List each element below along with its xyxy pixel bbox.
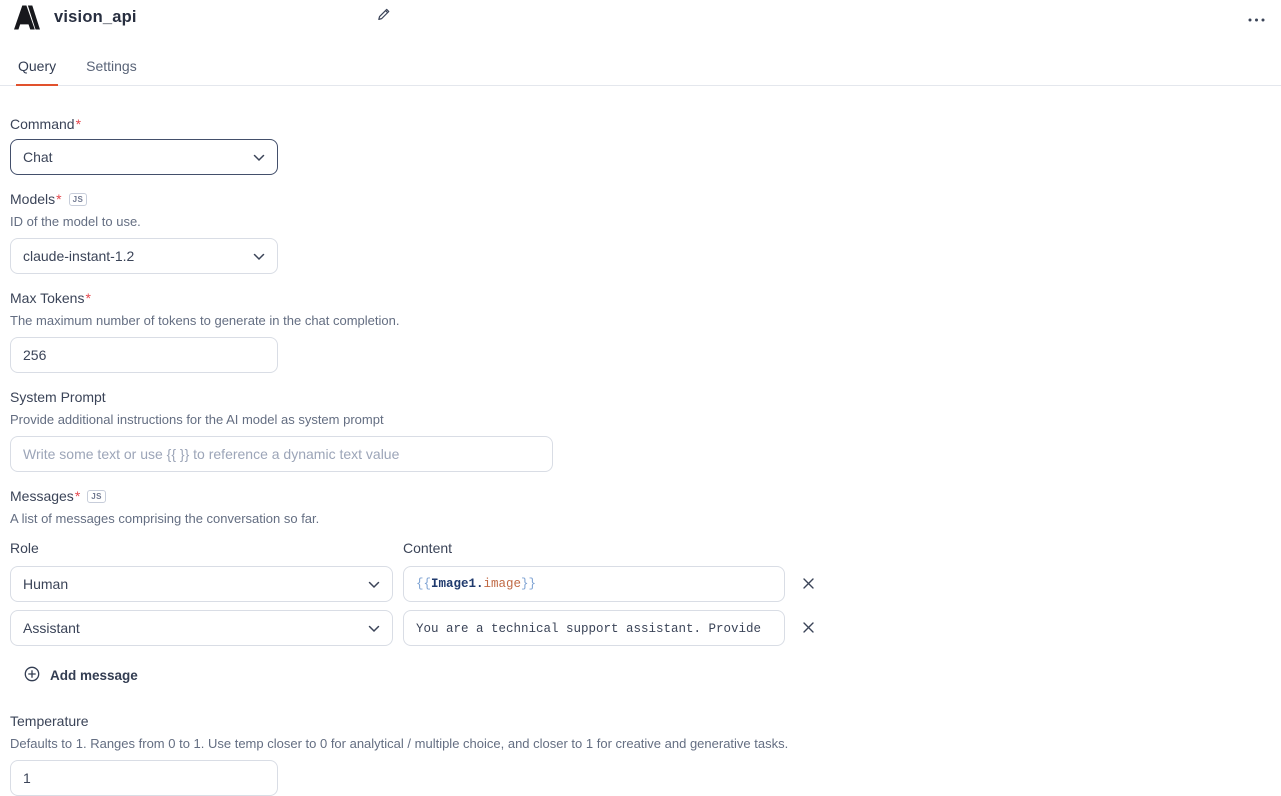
field-models: Models* JS ID of the model to use. claud…	[10, 191, 1265, 274]
command-label: Command*	[10, 116, 1265, 132]
command-select-value: Chat	[23, 149, 53, 165]
anthropic-logo-icon	[14, 5, 40, 30]
plus-circle-icon	[24, 666, 40, 685]
role-column-header: Role	[10, 540, 393, 558]
message-role-select[interactable]: Human	[10, 566, 393, 602]
field-max-tokens: Max Tokens* The maximum number of tokens…	[10, 290, 1265, 373]
models-helper: ID of the model to use.	[10, 214, 1265, 229]
field-temperature: Temperature Defaults to 1. Ranges from 0…	[10, 713, 1265, 796]
message-role-select[interactable]: Assistant	[10, 610, 393, 646]
js-badge[interactable]: JS	[69, 193, 88, 206]
max-tokens-label: Max Tokens*	[10, 290, 1265, 306]
ellipsis-icon	[1248, 10, 1265, 25]
chevron-down-icon	[368, 620, 380, 636]
add-message-label: Add message	[50, 668, 138, 683]
add-message-button[interactable]: Add message	[22, 664, 140, 687]
models-select[interactable]: claude-instant-1.2	[10, 238, 278, 274]
field-messages: Messages* JS A list of messages comprisi…	[10, 488, 1265, 687]
system-prompt-label: System Prompt	[10, 389, 1265, 405]
messages-label: Messages* JS	[10, 488, 1265, 504]
models-label: Models* JS	[10, 191, 1265, 207]
query-form: Command* Chat Models* JS ID of the model…	[0, 86, 1281, 796]
required-asterisk: *	[85, 290, 90, 306]
field-system-prompt: System Prompt Provide additional instruc…	[10, 389, 1265, 472]
role-select-value: Human	[23, 576, 68, 592]
required-asterisk: *	[75, 488, 80, 504]
more-options-button[interactable]	[1246, 8, 1267, 27]
js-badge[interactable]: JS	[87, 490, 106, 503]
command-select[interactable]: Chat	[10, 139, 278, 175]
required-asterisk: *	[56, 191, 61, 207]
chevron-down-icon	[253, 149, 265, 165]
header: vision_api	[0, 0, 1281, 30]
pencil-icon	[376, 10, 391, 25]
temperature-helper: Defaults to 1. Ranges from 0 to 1. Use t…	[10, 736, 1265, 751]
messages-helper: A list of messages comprising the conver…	[10, 511, 1265, 526]
remove-message-button[interactable]	[795, 571, 821, 597]
system-prompt-helper: Provide additional instructions for the …	[10, 412, 1265, 427]
close-icon	[803, 577, 814, 592]
edit-title-button[interactable]	[374, 5, 393, 27]
chevron-down-icon	[368, 576, 380, 592]
field-command: Command* Chat	[10, 116, 1265, 175]
query-title: vision_api	[54, 8, 137, 27]
max-tokens-input[interactable]	[10, 337, 278, 373]
message-content-input[interactable]: {{Image1.image}}	[403, 566, 785, 602]
message-content-input[interactable]: You are a technical support assistant. P…	[403, 610, 785, 646]
close-icon	[803, 621, 814, 636]
content-column-header: Content	[403, 540, 785, 558]
max-tokens-helper: The maximum number of tokens to generate…	[10, 313, 1265, 328]
system-prompt-input[interactable]	[10, 436, 553, 472]
chevron-down-icon	[253, 248, 265, 264]
role-select-value: Assistant	[23, 620, 80, 636]
messages-grid: Role Content Human {{Image1.image}} Assi…	[10, 540, 1265, 646]
required-asterisk: *	[76, 116, 81, 132]
code-token: image	[484, 577, 522, 591]
tab-query[interactable]: Query	[16, 52, 58, 86]
temperature-label: Temperature	[10, 713, 1265, 729]
models-select-value: claude-instant-1.2	[23, 248, 134, 264]
temperature-input[interactable]	[10, 760, 278, 796]
remove-message-button[interactable]	[795, 615, 821, 641]
tab-settings[interactable]: Settings	[84, 52, 139, 85]
code-token: {{	[416, 577, 431, 591]
tab-bar: Query Settings	[0, 52, 1281, 86]
code-token: }}	[521, 577, 536, 591]
code-token: Image1.	[431, 577, 484, 591]
